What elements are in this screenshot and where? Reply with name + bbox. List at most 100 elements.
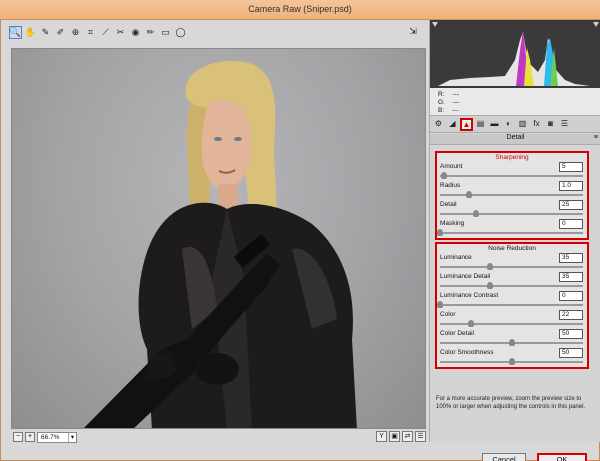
zoom-tool-icon[interactable]: 🔍 (9, 25, 22, 39)
slider-thumb[interactable] (468, 320, 475, 327)
slider-thumb[interactable] (472, 210, 479, 217)
tool-bar: 🔍 ✋ ✎ ✐ ⊕ ⌗ ⟋ ✂ ◉ ✏ ▭ ◯ (9, 24, 425, 40)
rgb-readout: R: --- G: --- B: --- (430, 88, 600, 116)
slider-track[interactable] (437, 229, 583, 236)
adjustment-brush-tool-icon[interactable]: ✏ (144, 26, 157, 39)
readout-g: G: --- (438, 99, 460, 106)
panel-tab-2-icon[interactable]: ▲ (460, 118, 473, 131)
view-buttons: Y ▣ ⇄ ☰ (376, 431, 426, 442)
slider-value-field[interactable]: 0 (559, 291, 583, 301)
zoom-in-icon[interactable]: + (25, 432, 35, 442)
panel-tab-8-icon[interactable]: ◙ (544, 118, 557, 131)
slider-value-field[interactable]: 25 (559, 200, 583, 210)
ok-button[interactable]: OK (537, 453, 587, 461)
slider-luminance-contrast: Luminance Contrast 0 (437, 291, 587, 310)
slider-luminance-detail: Luminance Detail 35 (437, 272, 587, 291)
slider-value-field[interactable]: 1.0 (559, 181, 583, 191)
slider-label: Luminance Contrast (440, 292, 499, 299)
panel-tabs: ⚙ ◢ ▲ ▤ ▬ ◐ ▥ fx ◙ ☰ (430, 117, 600, 133)
swap-icon[interactable]: ⇄ (402, 431, 413, 442)
slider-masking: Masking 0 (437, 219, 587, 238)
panel-menu-icon[interactable]: ≡ (594, 134, 598, 141)
panel-tab-4-icon[interactable]: ▬ (488, 118, 501, 131)
zoom-out-icon[interactable]: − (13, 432, 23, 442)
slider-value-field[interactable]: 22 (559, 310, 583, 320)
slider-thumb[interactable] (508, 339, 515, 346)
slider-thumb[interactable] (487, 263, 494, 270)
slider-thumb[interactable] (437, 301, 443, 308)
slider-track[interactable] (437, 301, 583, 308)
before-after-icon[interactable]: ▣ (389, 431, 400, 442)
slider-label: Masking (440, 220, 465, 227)
slider-track[interactable] (440, 320, 583, 327)
crop-tool-icon[interactable]: ⌗ (84, 26, 97, 39)
woman-with-rifle-photo (83, 60, 357, 428)
targeted-adjustment-tool-icon[interactable]: ⊕ (69, 26, 82, 39)
slider-track[interactable] (440, 339, 583, 346)
slider-track[interactable] (440, 191, 583, 198)
spot-removal-tool-icon[interactable]: ✂ (114, 26, 127, 39)
radial-filter-tool-icon[interactable]: ◯ (174, 26, 187, 39)
slider-thumb[interactable] (441, 172, 448, 179)
slider-thumb[interactable] (487, 282, 494, 289)
title-bar: Camera Raw (Sniper.psd) (0, 0, 600, 20)
chevron-down-icon: ▾ (68, 432, 76, 442)
slider-track[interactable] (440, 263, 583, 270)
slider-label: Amount (440, 163, 463, 170)
image-preview[interactable] (11, 48, 426, 429)
slider-color: Color 22 (437, 310, 587, 329)
slider-track[interactable] (440, 358, 583, 365)
sharpening-title: Sharpening (495, 154, 529, 161)
slider-detail: Detail 25 (437, 200, 587, 219)
histogram-graph (430, 20, 600, 88)
slider-value-field[interactable]: 35 (559, 272, 583, 282)
fullscreen-toggle-icon[interactable]: ⇲ (406, 26, 420, 38)
panel-section-title: Detail ≡ (430, 134, 600, 145)
settings-icon[interactable]: ☰ (415, 431, 426, 442)
slider-value-field[interactable]: 5 (559, 162, 583, 172)
slider-color-smoothness: Color Smoothness 50 (437, 348, 587, 367)
panel-tab-0-icon[interactable]: ⚙ (432, 118, 445, 131)
panel-tab-1-icon[interactable]: ◢ (446, 118, 459, 131)
slider-label: Detail (440, 201, 457, 208)
slider-color-detail: Color Detail 50 (437, 329, 587, 348)
slider-amount: Amount 5 (437, 162, 587, 181)
color-sampler-tool-icon[interactable]: ✐ (54, 26, 67, 39)
zoom-level-value: 66.7% (41, 433, 60, 441)
graduated-filter-tool-icon[interactable]: ▭ (159, 26, 172, 39)
noise-reduction-group: Noise Reduction Luminance 35 Luminance Det… (435, 242, 589, 369)
slider-thumb[interactable] (437, 229, 443, 236)
slider-track[interactable] (440, 172, 583, 179)
slider-track[interactable] (440, 282, 583, 289)
slider-value-field[interactable]: 50 (559, 348, 583, 358)
slider-thumb[interactable] (508, 358, 515, 365)
panel-tab-7-icon[interactable]: fx (530, 118, 543, 131)
adjustments-panel: R: --- G: --- B: --- ⚙ ◢ ▲ ▤ ▬ ◐ ▥ fx ◙ ☰ Detail ≡ S… (429, 20, 600, 442)
panel-tab-3-icon[interactable]: ▤ (474, 118, 487, 131)
slider-luminance: Luminance 35 (437, 253, 587, 272)
straighten-tool-icon[interactable]: ⟋ (99, 26, 112, 39)
window-title: Camera Raw (Sniper.psd) (248, 4, 352, 14)
sharpening-group: Sharpening Amount 5 Radius 1.0 Detail 25 Maski… (435, 151, 589, 240)
slider-value-field[interactable]: 0 (559, 219, 583, 229)
histogram (430, 20, 600, 88)
hand-tool-icon[interactable]: ✋ (24, 26, 37, 39)
panel-tab-5-icon[interactable]: ◐ (502, 118, 515, 131)
slider-label: Luminance Detail (440, 273, 491, 280)
zoom-level-select[interactable]: 66.7% ▾ (37, 431, 77, 443)
slider-value-field[interactable]: 50 (559, 329, 583, 339)
cancel-button[interactable]: Cancel (482, 453, 526, 461)
slider-label: Luminance (440, 254, 472, 261)
red-eye-tool-icon[interactable]: ◉ (129, 26, 142, 39)
slider-thumb[interactable] (465, 191, 472, 198)
toggle-y-icon[interactable]: Y (376, 431, 387, 442)
slider-label: Color Detail (440, 330, 474, 337)
panel-tab-9-icon[interactable]: ☰ (558, 118, 571, 131)
slider-track[interactable] (440, 210, 583, 217)
slider-radius: Radius 1.0 (437, 181, 587, 200)
slider-label: Color Smoothness (440, 349, 494, 356)
slider-label: Color (440, 311, 456, 318)
white-balance-tool-icon[interactable]: ✎ (39, 26, 52, 39)
slider-value-field[interactable]: 35 (559, 253, 583, 263)
panel-tab-6-icon[interactable]: ▥ (516, 118, 529, 131)
